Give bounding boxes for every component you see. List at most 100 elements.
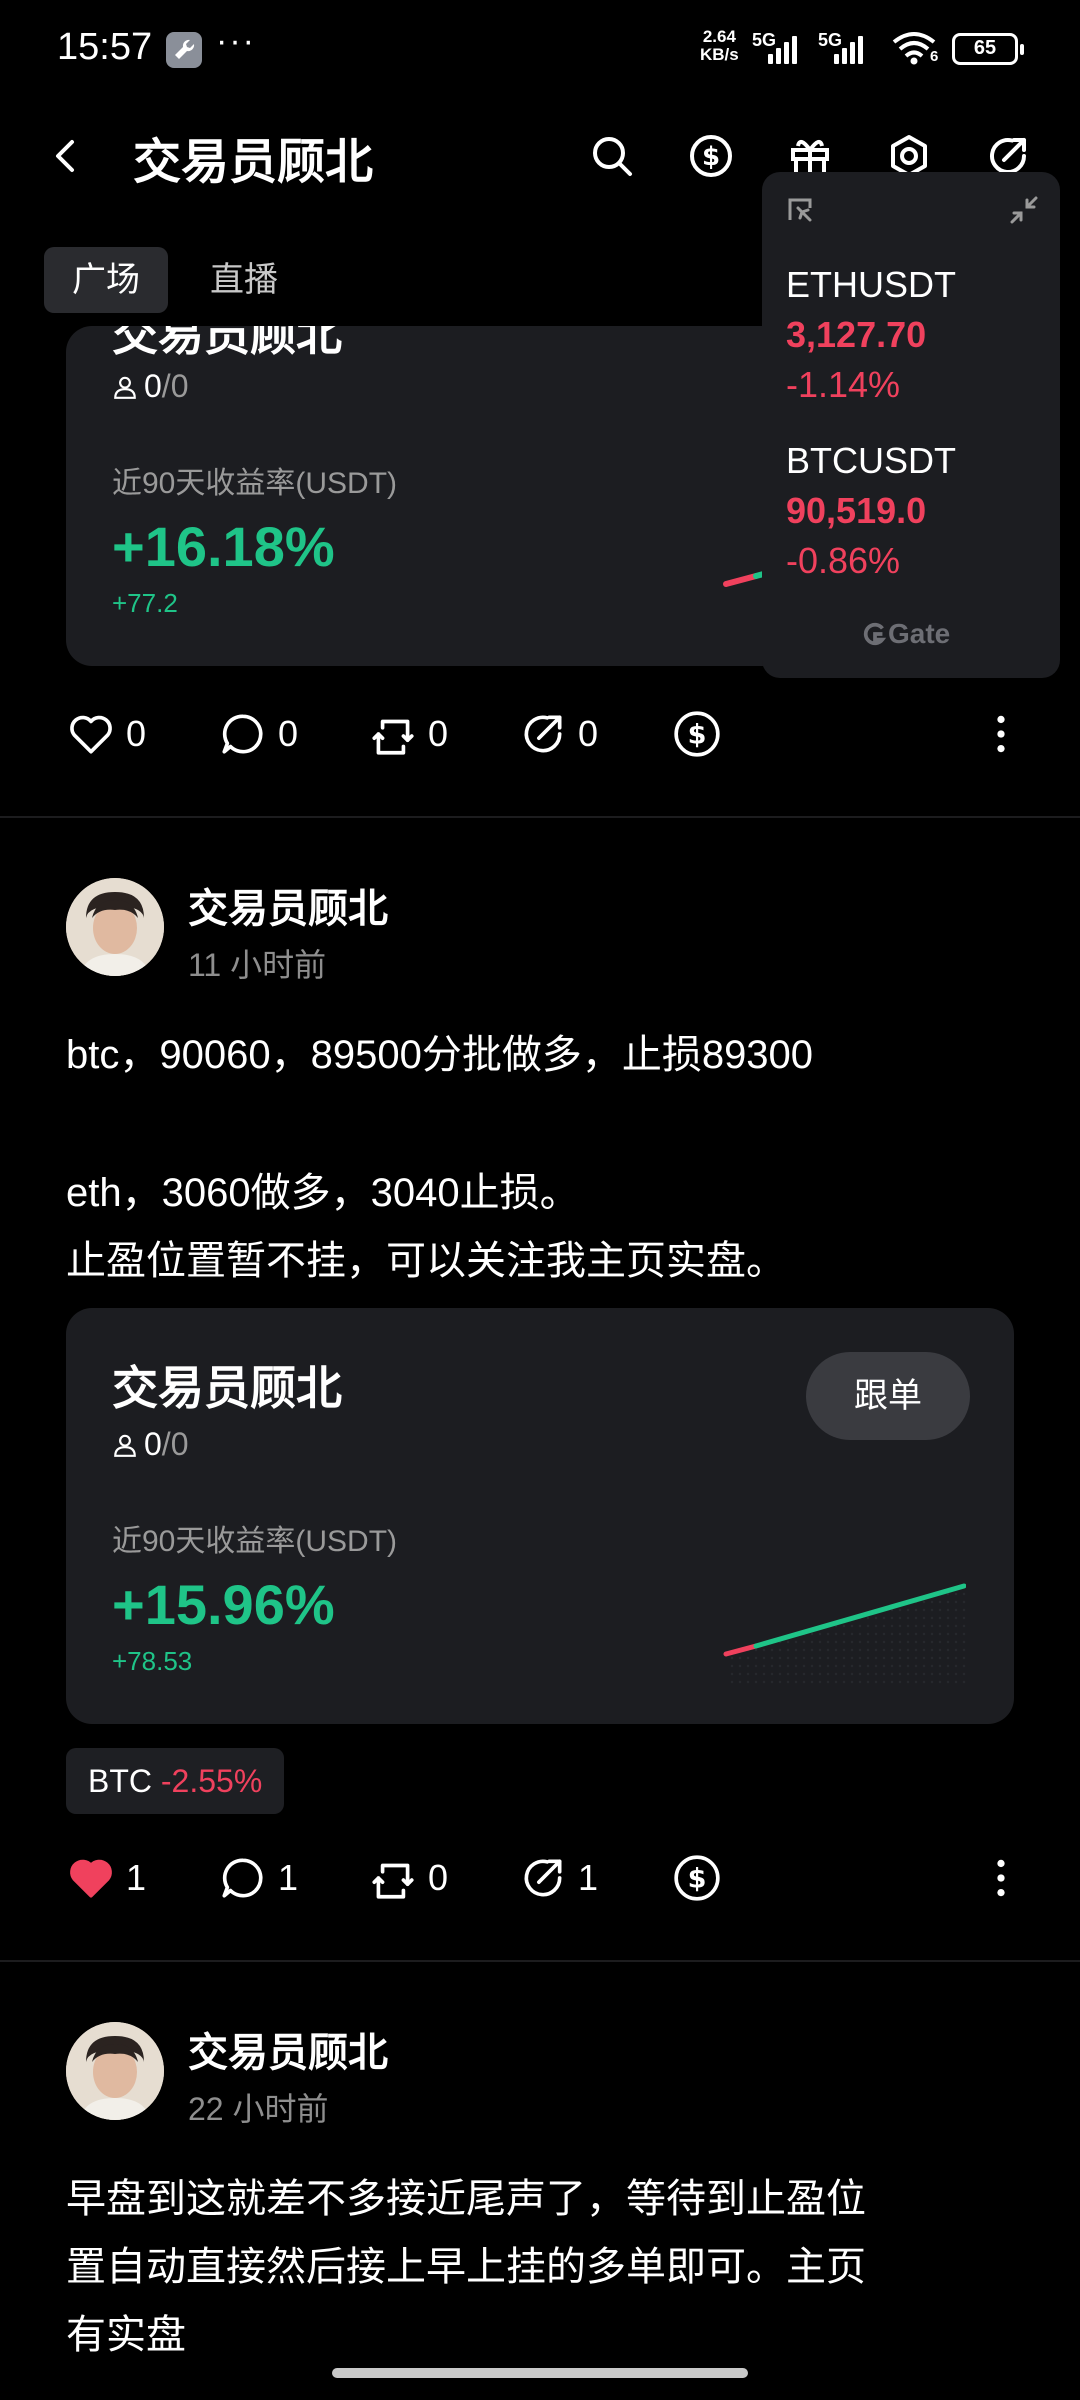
post-text-line: 有实盘 (66, 2313, 186, 2357)
avatar-image (66, 2022, 164, 2120)
wifi-badge: 6 (930, 48, 939, 65)
comment-button[interactable]: 1 (218, 1848, 298, 1908)
dollar-coin-icon: $ (690, 135, 732, 177)
wifi-icon: 6 (890, 30, 938, 71)
divider (0, 1960, 1080, 1962)
svg-text:$: $ (702, 142, 720, 172)
post-text-line: 止盈位置暂不挂，可以关注我主页实盘。 (66, 1239, 786, 1283)
like-button[interactable]: 0 (66, 704, 146, 764)
comment-button[interactable]: 0 (218, 704, 298, 764)
chip-change: -2.55% (160, 1763, 263, 1799)
tip-button[interactable]: $ (683, 128, 739, 184)
post-text-line: eth，3060做多，3040止损。 (66, 1171, 580, 1215)
repost-button[interactable]: 0 (368, 1848, 448, 1908)
return-percentage: +16.18% (112, 515, 335, 578)
battery-icon: 65 (952, 33, 1024, 65)
copy-trade-button[interactable]: 跟单 (806, 1352, 970, 1440)
post-author[interactable]: 交易员顾北 (188, 2020, 388, 2078)
post-actions: 1 1 0 1 $ (66, 1848, 1014, 1908)
like-button[interactable]: 1 (66, 1848, 146, 1908)
more-notifications-icon: ··· (216, 22, 256, 60)
followers-count: 0 (144, 1426, 162, 1462)
return-label: 近90天收益率(USDT) (112, 1525, 398, 1558)
post-text-line: btc，90060，89500分批做多，止损89300 (66, 1033, 814, 1077)
repost-count: 0 (428, 1857, 449, 1898)
tip-post-button[interactable]: $ (672, 704, 722, 764)
divider (0, 816, 1080, 818)
search-icon (593, 137, 632, 176)
like-count: 1 (126, 1857, 147, 1898)
share-post-button[interactable]: 0 (518, 704, 598, 764)
return-percentage: +15.96% (112, 1573, 335, 1636)
network-speed-unit: KB/s (700, 45, 739, 64)
more-options-button[interactable] (976, 1848, 1026, 1908)
more-options-button[interactable] (976, 704, 1026, 764)
network-speed-value: 2.64 (702, 27, 736, 46)
wrench-icon (166, 32, 202, 68)
share-count: 0 (578, 713, 599, 754)
tip-post-button[interactable]: $ (672, 1848, 722, 1908)
search-button[interactable] (584, 128, 640, 184)
svg-text:$: $ (688, 719, 707, 750)
share-post-button[interactable]: 1 (518, 1848, 598, 1908)
repost-button[interactable]: 0 (368, 704, 448, 764)
comment-count: 1 (278, 1857, 299, 1898)
avatar[interactable] (66, 878, 164, 976)
page-title: 交易员顾北 (133, 136, 374, 189)
collapse-icon[interactable] (1008, 194, 1040, 231)
post-text-line: 早盘到这就差不多接近尾声了，等待到止盈位 (66, 2177, 866, 2221)
share-icon (524, 715, 562, 753)
gate-brand-text: Gate (888, 618, 951, 649)
gate-icon (863, 622, 887, 646)
like-count: 0 (126, 713, 147, 754)
share-icon (524, 1859, 562, 1897)
repost-count: 0 (428, 713, 449, 754)
return-amount: +77.2 (112, 588, 178, 618)
trader-card-name: 交易员顾北 (112, 326, 342, 360)
post-time: 11 小时前 (188, 947, 327, 983)
ticker-chip[interactable]: BTC -2.55% (66, 1748, 285, 1814)
more-vertical-icon (997, 715, 1005, 753)
tab-square[interactable]: 广场 (44, 247, 168, 313)
signal-icon-1 (768, 32, 797, 64)
signal-icon-2 (834, 32, 863, 64)
trader-card-followers: 0/0 (112, 368, 188, 405)
avatar[interactable] (66, 2022, 164, 2120)
return-sparkline (723, 1583, 966, 1684)
trader-card[interactable]: 交易员顾北 0/0 跟单 近90天收益率(USDT) +15.96% +78.5… (66, 1308, 1014, 1724)
pin-window-icon[interactable] (784, 194, 816, 231)
repost-icon (372, 719, 414, 755)
status-time: 15:57 (57, 26, 153, 68)
ticker-change: -1.14% (786, 364, 901, 405)
dollar-coin-icon: $ (674, 711, 720, 757)
price-ticker-widget[interactable]: ETHUSDT 3,127.70 -1.14% BTCUSDT 90,519.0… (762, 172, 1060, 678)
comment-icon (222, 714, 263, 754)
share-count: 1 (578, 1857, 599, 1898)
network-speed: 2.64 KB/s (700, 28, 739, 64)
back-button[interactable] (38, 128, 94, 184)
battery-level: 65 (973, 37, 997, 59)
ticker-symbol: BTCUSDT (786, 440, 956, 481)
followers-count: 0 (144, 368, 162, 404)
ticker-price: 90,519.0 (786, 490, 927, 531)
avatar-image (66, 878, 164, 976)
post-author[interactable]: 交易员顾北 (188, 876, 388, 934)
home-indicator[interactable] (332, 2368, 748, 2378)
person-icon (114, 376, 136, 399)
svg-text:$: $ (688, 1863, 707, 1894)
return-amount: +78.53 (112, 1646, 193, 1676)
dollar-coin-icon: $ (674, 1855, 720, 1901)
tab-live[interactable]: 直播 (182, 247, 306, 313)
gate-logo: Gate (862, 618, 950, 650)
post-time: 22 小时前 (188, 2091, 329, 2127)
trader-card-followers: 0/0 (112, 1426, 188, 1463)
back-icon (56, 140, 74, 172)
person-icon (114, 1434, 136, 1457)
status-bar: 15:57 ··· 2.64 KB/s 5G 5G 6 65 (0, 0, 1080, 100)
followers-max: /0 (161, 1426, 189, 1462)
ticker-change: -0.86% (786, 540, 901, 581)
heart-filled-icon (70, 1859, 112, 1898)
chip-symbol: BTC (88, 1763, 152, 1799)
comment-count: 0 (278, 713, 299, 754)
ticker-price: 3,127.70 (786, 314, 927, 355)
